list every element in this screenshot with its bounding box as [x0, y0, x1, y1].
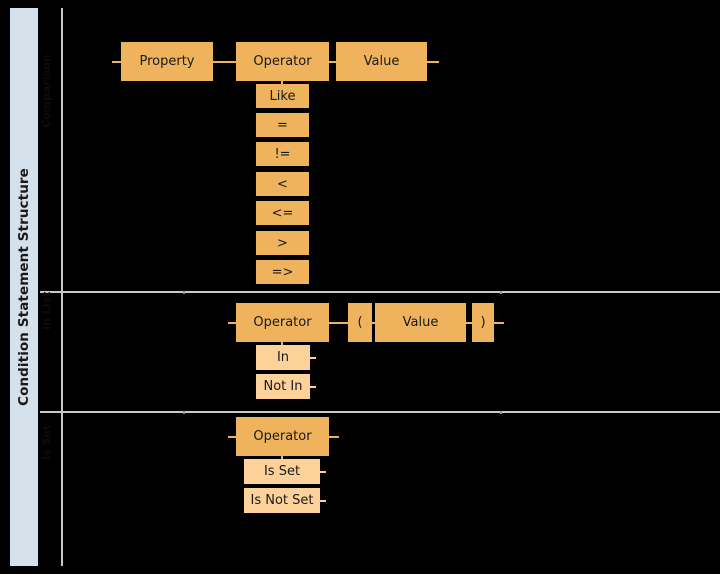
- option-is-not-set[interactable]: Is Not Set: [244, 488, 320, 513]
- connector-row3-exit: [327, 436, 339, 438]
- row-label-membership: In List: [40, 292, 59, 341]
- row-label-existence-text: Is Set: [40, 424, 53, 460]
- connector-option-is-set-exit: [318, 471, 326, 473]
- option-greater-than[interactable]: >: [256, 231, 309, 255]
- connector-row2-exit: [492, 322, 504, 324]
- row-label-comparison: Comparison: [40, 54, 59, 139]
- row-divider-2: [40, 411, 720, 413]
- option-like[interactable]: Like: [256, 84, 309, 108]
- condition-statement-structure-diagram: Condition Statement Structure Comparison…: [0, 0, 720, 574]
- option-greater-than-or-equal[interactable]: =>: [256, 260, 309, 284]
- box-operator-membership[interactable]: Operator: [236, 303, 329, 342]
- box-open-paren[interactable]: (: [348, 303, 372, 342]
- connector-option-not-in-exit: [308, 386, 316, 388]
- diagram-title-label: Condition Statement Structure: [16, 168, 32, 406]
- box-value-membership[interactable]: Value: [375, 303, 466, 342]
- diagram-title-band: Condition Statement Structure: [10, 8, 38, 566]
- option-not-in[interactable]: Not In: [256, 374, 310, 399]
- box-close-paren[interactable]: ): [472, 303, 494, 342]
- connector-property-operator: [211, 61, 239, 63]
- option-less-than[interactable]: <: [256, 172, 309, 196]
- divider-tick-2a: [183, 411, 185, 414]
- box-value-comparison[interactable]: Value: [336, 42, 427, 81]
- option-less-than-or-equal[interactable]: <=: [256, 201, 309, 225]
- divider-tick-2b: [500, 411, 502, 414]
- connector-option-is-not-set-exit: [318, 500, 326, 502]
- row-label-comparison-text: Comparison: [40, 54, 53, 128]
- connector-row1-exit: [425, 61, 439, 63]
- row-divider-1: [40, 291, 720, 293]
- row-label-existence: Is Set: [40, 425, 59, 471]
- option-equals[interactable]: =: [256, 113, 309, 137]
- option-is-set[interactable]: Is Set: [244, 459, 320, 484]
- box-property[interactable]: Property: [121, 42, 213, 81]
- divider-tick-1b: [500, 291, 502, 294]
- connector-option-in-exit: [308, 357, 316, 359]
- option-not-equals[interactable]: !=: [256, 142, 309, 166]
- row-label-membership-text: In List: [40, 291, 53, 330]
- option-in[interactable]: In: [256, 345, 310, 370]
- box-operator-existence[interactable]: Operator: [236, 417, 329, 456]
- diagram-vertical-rule: [61, 8, 63, 566]
- divider-tick-1a: [183, 291, 185, 294]
- box-operator-comparison[interactable]: Operator: [236, 42, 329, 81]
